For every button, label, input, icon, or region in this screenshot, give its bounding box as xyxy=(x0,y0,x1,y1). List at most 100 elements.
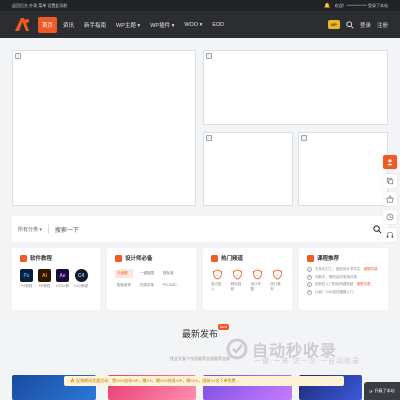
chip-link[interactable]: PS 2020 xyxy=(161,281,178,290)
hot-item-label: 设计素材 xyxy=(270,282,281,291)
feature-image-3[interactable] xyxy=(298,132,388,206)
app-label: HTML教 xyxy=(56,284,70,288)
card-title[interactable]: 设计师必备 xyxy=(125,254,153,262)
feature-image-1[interactable] xyxy=(203,50,388,125)
recommend-item[interactable]: ? 忘年长打工，图形设计学字生 钢筋同感 xyxy=(307,267,380,272)
latest-section-title: 最新发布 NEW xyxy=(0,324,400,340)
copy-icon xyxy=(386,177,394,185)
recommend-text: 以前！C4D如何建模入门 xyxy=(315,289,354,294)
app-c4d[interactable]: C4 C4D教程 xyxy=(74,269,88,289)
shield-icon: ✓ xyxy=(272,269,282,280)
broken-image-icon xyxy=(301,135,307,141)
chip-link[interactable]: 在线字体 xyxy=(138,281,156,290)
slider-image[interactable] xyxy=(12,50,196,206)
bell-icon[interactable]: 🔔 xyxy=(324,3,330,9)
section-title: 最新发布 xyxy=(181,329,218,339)
basket-icon xyxy=(386,195,394,203)
corner-update-button[interactable]: ⟳ 升级了本站 xyxy=(364,382,400,400)
top-admin-bar: 返回后台 外观 菜单 设置此导航 🔔 欢迎！************* 登录了本… xyxy=(0,0,400,11)
hot-item[interactable]: ✓ 设计素材 xyxy=(270,269,284,292)
hot-item[interactable]: ✓ 设计专题 xyxy=(251,269,265,292)
recommend-item[interactable]: ? 问新手，哪些站内常用分类 xyxy=(307,274,380,280)
sidebar-copy[interactable] xyxy=(383,174,397,188)
hot-item-label: 吸引投入 xyxy=(211,282,222,291)
sidebar-clock[interactable] xyxy=(383,210,397,224)
nav-item-news[interactable]: 资讯 xyxy=(59,17,78,33)
feature-image-2[interactable] xyxy=(203,132,293,206)
nav-item-guide[interactable]: 新手指南 xyxy=(80,17,110,33)
illustrator-icon: Ai xyxy=(38,269,51,282)
admin-links[interactable]: 返回后台 外观 菜单 设置此导航 xyxy=(12,3,67,9)
app-ae[interactable]: Ae HTML教 xyxy=(56,269,69,289)
chip-link[interactable]: 一键抠图 xyxy=(138,269,156,278)
new-badge: NEW xyxy=(218,324,229,330)
promo-banner[interactable]: 🔥 促销期间优惠活动：赞XXX加年VIP，赠XX，赠XXX终身VIP，赠XXX，… xyxy=(64,376,344,386)
question-icon: ? xyxy=(307,274,312,280)
svg-text:✓: ✓ xyxy=(236,273,239,277)
hot-item[interactable]: ✓ 精站视频 xyxy=(231,269,245,292)
svg-text:✓: ✓ xyxy=(216,273,219,277)
nav-item-edd[interactable]: EDD xyxy=(208,18,228,32)
category-select[interactable]: 所有分类 ▾ xyxy=(18,226,42,233)
watermark-logo: 自动秒收录 一键·一来·访一次·一自动收录 xyxy=(226,337,359,365)
card-title[interactable]: 课程推荐 xyxy=(317,254,339,262)
app-ps[interactable]: Ps PS教程 xyxy=(20,269,33,289)
shield-icon: ✓ xyxy=(252,269,262,280)
hot-icon xyxy=(211,254,218,262)
designer-card: 设计师必备 平面图 一键抠图 搜标准 配色参考 在线字体 PS 2020 xyxy=(107,248,196,310)
site-logo-icon[interactable] xyxy=(12,15,32,35)
recommend-icon xyxy=(307,254,314,262)
search-input[interactable]: 搜索一下 xyxy=(55,225,79,234)
login-link[interactable]: 登录 xyxy=(360,21,371,29)
nav-item-woo[interactable]: WOO ▾ xyxy=(180,18,206,32)
recommend-item[interactable]: ? 如何在入门阶段构建系统 钢筋无限 xyxy=(307,282,380,287)
broken-image-icon xyxy=(206,53,212,59)
sidebar-basket[interactable] xyxy=(383,192,397,206)
nav-item-home[interactable]: 首页 xyxy=(38,16,58,33)
course-recommend-card: 课程推荐 ? 忘年长打工，图形设计学字生 钢筋同感 ? 问新手，哪些站内常用分类 ? 如… xyxy=(299,248,388,310)
design-icon xyxy=(115,254,122,262)
chip-link[interactable]: 平面图 xyxy=(115,269,133,278)
nav-item-wp-plugins[interactable]: WP插件 ▾ xyxy=(146,17,178,33)
sidebar-user[interactable] xyxy=(383,155,397,169)
shield-icon: ✓ xyxy=(233,269,243,280)
watermark-icon xyxy=(226,338,248,360)
hot-item-label: 精站视频 xyxy=(230,282,242,291)
welcome-text[interactable]: 欢迎！************* 登录了本站 xyxy=(335,3,388,9)
sidebar-headset[interactable] xyxy=(383,228,397,242)
register-link[interactable]: 注册 xyxy=(377,21,388,29)
vip-badge[interactable]: VIP xyxy=(327,20,340,29)
question-icon: ? xyxy=(307,267,312,272)
question-icon: ? xyxy=(307,282,312,287)
recommend-text: 如何在入门阶段构建系统 xyxy=(315,282,354,286)
recommend-tag: 钢筋无限 xyxy=(356,282,371,286)
app-label: PS教程 xyxy=(20,284,33,288)
watermark-subtitle: 一键·一来·访一次·一自动收录 xyxy=(254,358,360,365)
chip-link[interactable]: 搜标准 xyxy=(161,269,178,278)
software-card: 软件教程 Ps PS教程 Ai PR教程 Ae HTML教 C4 C4D教程 xyxy=(12,248,100,310)
svg-text:✓: ✓ xyxy=(256,273,259,277)
user-icon xyxy=(387,159,393,166)
hot-item-label: 设计专题 xyxy=(250,282,262,291)
hot-item[interactable]: ✓ 吸引投入 xyxy=(211,269,225,292)
chip-link[interactable]: 配色参考 xyxy=(115,281,133,290)
tutorial-icon xyxy=(20,254,27,262)
hot-channel-card: 热门频道 ✓ 吸引投入 ✓ 精站视频 ✓ 设计专题 ✓ 设计素材 xyxy=(203,248,292,310)
app-ai[interactable]: Ai PR教程 xyxy=(38,269,51,289)
search-bar: 所有分类 ▾ 搜索一下 xyxy=(12,216,388,242)
broken-image-icon xyxy=(15,53,21,59)
divider xyxy=(47,224,49,234)
recommend-text: 忘年长打工，图形设计学字生 xyxy=(315,267,361,271)
card-title[interactable]: 软件教程 xyxy=(30,254,52,262)
nav-item-wp-themes[interactable]: WP主题 ▾ xyxy=(112,17,144,33)
app-label: C4D教程 xyxy=(74,284,89,288)
headset-icon xyxy=(386,231,394,238)
svg-text:✓: ✓ xyxy=(276,273,279,277)
shield-icon: ✓ xyxy=(213,269,223,280)
search-icon[interactable] xyxy=(373,224,382,234)
search-icon[interactable] xyxy=(346,20,354,29)
app-label: PR教程 xyxy=(38,284,51,288)
broken-image-icon xyxy=(206,135,212,141)
card-title[interactable]: 热门频道 xyxy=(221,254,243,262)
recommend-item[interactable]: ? 以前！C4D如何建模入门 xyxy=(307,289,380,295)
